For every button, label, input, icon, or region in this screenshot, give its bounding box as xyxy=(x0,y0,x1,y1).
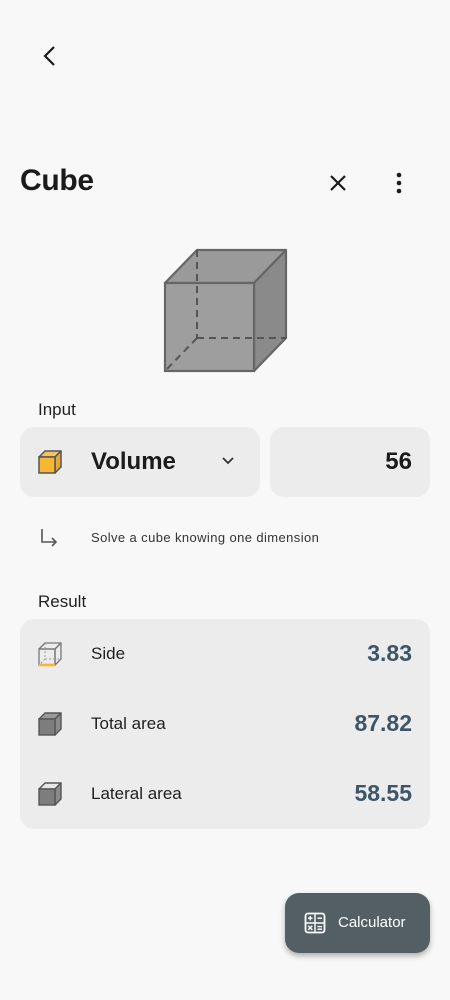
cube-lateral-area-icon xyxy=(38,782,62,806)
cube-diagram xyxy=(163,248,288,373)
result-row-total-area[interactable]: Total area 87.82 xyxy=(20,689,430,759)
cube-side-icon xyxy=(38,642,62,667)
result-label: Lateral area xyxy=(91,784,182,803)
result-label: Total area xyxy=(91,714,166,733)
back-button[interactable] xyxy=(30,36,70,76)
results-card: Side 3.83 Total area 87.82 Lateral area … xyxy=(20,619,430,829)
result-row-lateral-area[interactable]: Lateral area 58.55 xyxy=(20,759,430,829)
result-label: Side xyxy=(91,644,126,663)
calculator-button-label: Calculator xyxy=(338,914,406,931)
result-value: 87.82 xyxy=(354,710,412,736)
result-value: 58.55 xyxy=(354,780,412,806)
dimension-value: 56 xyxy=(385,448,412,475)
input-section-label: Input xyxy=(38,400,76,419)
result-section-label: Result xyxy=(38,592,87,611)
more-vert-icon xyxy=(396,172,402,194)
close-icon xyxy=(330,175,346,191)
subdirectory-arrow-icon xyxy=(41,529,58,547)
close-button[interactable] xyxy=(318,163,358,203)
dimension-select[interactable]: Volume xyxy=(20,427,260,497)
page-title: Cube xyxy=(20,164,94,197)
arrow-back-icon xyxy=(43,46,55,66)
more-options-button[interactable] xyxy=(379,163,419,203)
dimension-select-label: Volume xyxy=(91,448,176,475)
calculator-button[interactable]: Calculator xyxy=(285,893,430,953)
input-hint: Solve a cube knowing one dimension xyxy=(91,530,320,545)
dimension-value-input[interactable]: 56 xyxy=(270,427,430,497)
chevron-down-icon xyxy=(222,457,234,465)
result-row-side[interactable]: Side 3.83 xyxy=(20,619,430,689)
calculator-icon xyxy=(304,912,326,934)
cube-total-area-icon xyxy=(38,712,62,736)
cube-volume-icon xyxy=(38,450,62,474)
result-value: 3.83 xyxy=(367,640,412,666)
